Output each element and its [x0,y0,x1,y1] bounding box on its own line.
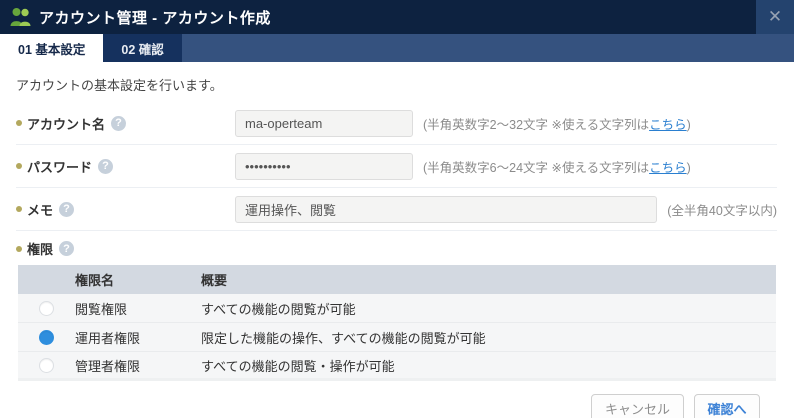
password-hint: (半角英数字6〜24文字 ※使える文字列はこちら) [423,157,691,176]
title-bar: アカウント管理 - アカウント作成 ✕ [0,0,794,34]
bullet-icon [16,163,22,169]
account-create-dialog: アカウント管理 - アカウント作成 ✕ 01 基本設定 02 確認 アカウントの… [0,0,794,418]
permission-label-col: 権限 [16,239,235,258]
table-row-viewer[interactable]: 閲覧権限 すべての機能の閲覧が可能 [18,294,776,323]
permission-summary: すべての機能の閲覧が可能 [201,301,356,317]
users-icon [10,8,31,26]
account-name-label-col: アカウント名 [16,114,235,133]
permission-name: 運用者権限 [75,330,141,346]
permission-label-row: 権限 [16,235,777,262]
permission-table-header: 権限名 概要 [18,265,776,294]
page-title: アカウント管理 - アカウント作成 [39,9,271,27]
password-label-col: パスワード [16,157,235,176]
cancel-button[interactable]: キャンセル [591,394,684,418]
help-icon[interactable] [111,115,127,131]
memo-input[interactable] [235,195,658,223]
permission-name: 管理者権限 [75,358,141,374]
permission-summary: 限定した機能の操作、すべての機能の閲覧が可能 [201,330,486,346]
tab-confirm[interactable]: 02 確認 [103,34,182,62]
account-name-input[interactable] [235,109,413,137]
table-row-admin[interactable]: 管理者権限 すべての機能の閲覧・操作が可能 [18,352,776,381]
password-hint-suffix: ) [686,160,691,175]
password-label: パスワード [27,159,93,175]
table-row-operator[interactable]: 運用者権限 限定した機能の操作、すべての機能の閲覧が可能 [18,323,776,352]
bullet-icon [16,206,22,212]
close-icon[interactable]: ✕ [756,0,794,34]
help-icon[interactable] [59,201,75,217]
account-name-hint-suffix: ) [686,117,691,132]
password-hint-text: (半角英数字6〜24文字 ※使える文字列は [423,160,650,175]
radio-cell [18,357,75,373]
account-name-label: アカウント名 [27,116,106,132]
permission-table: 権限名 概要 閲覧権限 すべての機能の閲覧が可能 運用者権限 限定した機能の操作… [18,265,776,381]
radio-button[interactable] [39,300,54,316]
memo-hint: (全半角40文字以内) [667,203,777,218]
permission-name-header: 権限名 [75,273,115,288]
permission-summary: すべての機能の閲覧・操作が可能 [201,358,395,374]
radio-button[interactable] [39,357,54,373]
radio-cell [18,329,75,345]
permission-name: 閲覧権限 [75,301,128,317]
help-icon[interactable] [59,241,75,256]
password-chars-link[interactable]: こちら [649,161,687,175]
account-name-hint-text: (半角英数字2〜32文字 ※使える文字列は [423,117,650,132]
memo-row: メモ (全半角40文字以内) [16,188,777,231]
memo-label-col: メモ [16,200,235,219]
page-description: アカウントの基本設定を行います。 [16,78,223,93]
bullet-icon [16,120,22,126]
bullet-icon [16,245,22,252]
help-icon[interactable] [98,158,114,174]
tab-basic-settings[interactable]: 01 基本設定 [0,34,104,62]
summary-header: 概要 [201,273,228,288]
radio-cell [18,300,75,316]
password-row: パスワード (半角英数字6〜24文字 ※使える文字列はこちら) [16,145,777,188]
radio-button[interactable] [39,329,54,345]
permission-label: 権限 [27,242,54,257]
footer-actions: キャンセル 確認へ [16,381,777,418]
account-name-row: アカウント名 (半角英数字2〜32文字 ※使える文字列はこちら) [16,102,777,145]
memo-label: メモ [27,202,54,218]
step-tabs: 01 基本設定 02 確認 [0,34,794,62]
confirm-button[interactable]: 確認へ [694,394,760,418]
account-name-hint: (半角英数字2〜32文字 ※使える文字列はこちら) [423,114,691,133]
account-name-chars-link[interactable]: こちら [649,118,687,132]
password-input[interactable] [235,152,413,180]
main-content: アカウントの基本設定を行います。 アカウント名 (半角英数字2〜32文字 ※使え… [0,62,794,418]
